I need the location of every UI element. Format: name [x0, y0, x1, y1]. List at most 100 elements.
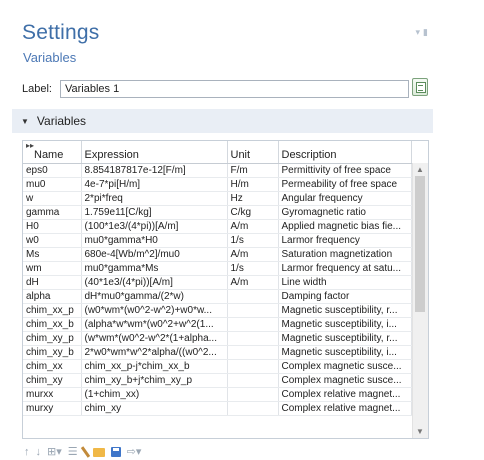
cell-description[interactable]: Magnetic susceptibility, i...	[278, 345, 412, 360]
panel-window-controls[interactable]: ▾▮	[416, 27, 431, 38]
brush-icon[interactable]	[80, 446, 90, 458]
cell-expression[interactable]: chim_xx_p-j*chim_xx_b	[81, 359, 228, 374]
cell-name[interactable]: chim_xx_p	[23, 303, 82, 318]
table-row[interactable]: alpha dH*mu0*gamma/(2*w) Damping factor	[23, 289, 412, 304]
cell-expression[interactable]: chim_xy	[81, 401, 228, 416]
cell-expression[interactable]: dH*mu0*gamma/(2*w)	[81, 289, 228, 304]
pin-icon[interactable]: ▮	[423, 27, 431, 37]
cell-name[interactable]: w	[23, 191, 82, 206]
column-header-expression[interactable]: Expression	[81, 141, 228, 164]
select-all-icon[interactable]: ▸▸	[26, 142, 34, 150]
cell-unit[interactable]: Hz	[227, 191, 279, 206]
scrollbar-thumb[interactable]	[415, 176, 425, 312]
scroll-up-icon[interactable]: ▲	[416, 165, 424, 174]
table-row[interactable]: chim_xx chim_xx_p-j*chim_xx_b Complex magn…	[23, 359, 412, 374]
cell-name[interactable]: wm	[23, 261, 82, 276]
cell-unit[interactable]	[227, 317, 279, 332]
cell-unit[interactable]: A/m	[227, 219, 279, 234]
cell-unit[interactable]	[227, 373, 279, 388]
table-row[interactable]: mu0 4e-7*pi[H/m] H/m Permeability of free s…	[23, 177, 412, 192]
cell-description[interactable]: Applied magnetic bias fie...	[278, 219, 412, 234]
cell-expression[interactable]: 8.854187817e-12[F/m]	[81, 163, 228, 178]
cell-description[interactable]: Larmor frequency	[278, 233, 412, 248]
delete-row-icon[interactable]: ⊞▾	[47, 445, 62, 459]
cell-unit[interactable]	[227, 331, 279, 346]
table-row[interactable]: wm mu0*gamma*Ms 1/s Larmor frequency at sat…	[23, 261, 412, 276]
arrow-up-icon[interactable]: ↑	[24, 445, 30, 459]
table-row[interactable]: w0 mu0*gamma*H0 1/s Larmor frequency	[23, 233, 412, 248]
cell-name[interactable]: chim_xy	[23, 373, 82, 388]
cell-unit[interactable]: C/kg	[227, 205, 279, 220]
table-row[interactable]: murxy chim_xy Complex relative magnet...	[23, 401, 412, 416]
arrow-down-icon[interactable]: ↓	[36, 445, 42, 459]
section-header-variables[interactable]: ▼ Variables	[12, 109, 433, 133]
cell-description[interactable]: Complex relative magnet...	[278, 401, 412, 416]
cell-expression[interactable]: (40*1e3/(4*pi))[A/m]	[81, 275, 228, 290]
table-row[interactable]: chim_xy_b 2*w0*wm*w^2*alpha/((w0^2... Magn…	[23, 345, 412, 360]
table-row[interactable]: dH (40*1e3/(4*pi))[A/m] A/m Line width	[23, 275, 412, 290]
variables-table[interactable]: ▸▸ Name Expression Unit Description eps0 8…	[22, 140, 429, 439]
cell-description[interactable]: Complex magnetic susce...	[278, 373, 412, 388]
cell-description[interactable]: Magnetic susceptibility, r...	[278, 303, 412, 318]
cell-description[interactable]: Permeability of free space	[278, 177, 412, 192]
table-row[interactable]: chim_xy chim_xy_b+j*chim_xy_p Complex magn…	[23, 373, 412, 388]
cell-name[interactable]: chim_xx_b	[23, 317, 82, 332]
table-vertical-scrollbar[interactable]: ▲ ▼	[412, 163, 428, 438]
cell-unit[interactable]	[227, 289, 279, 304]
cell-expression[interactable]: 2*pi*freq	[81, 191, 228, 206]
cell-unit[interactable]: 1/s	[227, 233, 279, 248]
cell-unit[interactable]: A/m	[227, 275, 279, 290]
cell-expression[interactable]: mu0*gamma*Ms	[81, 261, 228, 276]
cell-expression[interactable]: mu0*gamma*H0	[81, 233, 228, 248]
cell-expression[interactable]: 1.759e11[C/kg]	[81, 205, 228, 220]
table-row[interactable]: chim_xy_p (w*wm*(w0^2-w^2*(1+alpha... Magn…	[23, 331, 412, 346]
table-row[interactable]: Ms 680e-4[Wb/m^2]/mu0 A/m Saturation magnet…	[23, 247, 412, 262]
reset-label-button[interactable]	[412, 78, 428, 96]
cell-name[interactable]: chim_xy_b	[23, 345, 82, 360]
cell-name[interactable]: murxy	[23, 401, 82, 416]
cell-expression[interactable]: 4e-7*pi[H/m]	[81, 177, 228, 192]
clear-table-icon[interactable]: ☰	[68, 445, 78, 459]
cell-name[interactable]: murxx	[23, 387, 82, 402]
column-header-description[interactable]: Description	[278, 141, 412, 164]
cell-name[interactable]: mu0	[23, 177, 82, 192]
cell-expression[interactable]: (1+chim_xx)	[81, 387, 228, 402]
label-input[interactable]: Variables 1	[60, 80, 409, 98]
cell-unit[interactable]	[227, 401, 279, 416]
cell-name[interactable]: eps0	[23, 163, 82, 178]
column-header-unit[interactable]: Unit	[227, 141, 279, 164]
table-row[interactable]: chim_xx_p (w0*wm*(w0^2-w^2)+w0*w... Magnet…	[23, 303, 412, 318]
table-row[interactable]: w 2*pi*freq Hz Angular frequency	[23, 191, 412, 206]
cell-description[interactable]: Magnetic susceptibility, i...	[278, 317, 412, 332]
cell-expression[interactable]: (w*wm*(w0^2-w^2*(1+alpha...	[81, 331, 228, 346]
cell-unit[interactable]	[227, 303, 279, 318]
cell-description[interactable]: Magnetic susceptibility, r...	[278, 331, 412, 346]
cell-description[interactable]: Saturation magnetization	[278, 247, 412, 262]
cell-name[interactable]: alpha	[23, 289, 82, 304]
cell-description[interactable]: Line width	[278, 275, 412, 290]
cell-description[interactable]: Damping factor	[278, 289, 412, 304]
cell-unit[interactable]: 1/s	[227, 261, 279, 276]
cell-unit[interactable]	[227, 345, 279, 360]
cell-expression[interactable]: (alpha*w*wm*(w0^2+w^2(1...	[81, 317, 228, 332]
open-folder-icon[interactable]	[92, 447, 105, 457]
cell-expression[interactable]: 2*w0*wm*w^2*alpha/((w0^2...	[81, 345, 228, 360]
cell-name[interactable]: Ms	[23, 247, 82, 262]
cell-unit[interactable]	[227, 359, 279, 374]
cell-description[interactable]: Complex relative magnet...	[278, 387, 412, 402]
table-row[interactable]: H0 (100*1e3/(4*pi))[A/m] A/m Applied magnet…	[23, 219, 412, 234]
cell-name[interactable]: gamma	[23, 205, 82, 220]
cell-unit[interactable]: A/m	[227, 247, 279, 262]
cell-unit[interactable]: H/m	[227, 177, 279, 192]
scroll-down-icon[interactable]: ▼	[416, 427, 424, 436]
cell-description[interactable]: Gyromagnetic ratio	[278, 205, 412, 220]
table-row[interactable]: murxx (1+chim_xx) Complex relative magnet.…	[23, 387, 412, 402]
cell-description[interactable]: Angular frequency	[278, 191, 412, 206]
chevron-down-icon[interactable]: ▾	[416, 27, 424, 37]
cell-unit[interactable]: F/m	[227, 163, 279, 178]
table-row[interactable]: chim_xx_b (alpha*w*wm*(w0^2+w^2(1... Magne…	[23, 317, 412, 332]
cell-name[interactable]: H0	[23, 219, 82, 234]
cell-name[interactable]: chim_xx	[23, 359, 82, 374]
cell-name[interactable]: chim_xy_p	[23, 331, 82, 346]
import-icon[interactable]: ⇨▾	[127, 445, 142, 459]
